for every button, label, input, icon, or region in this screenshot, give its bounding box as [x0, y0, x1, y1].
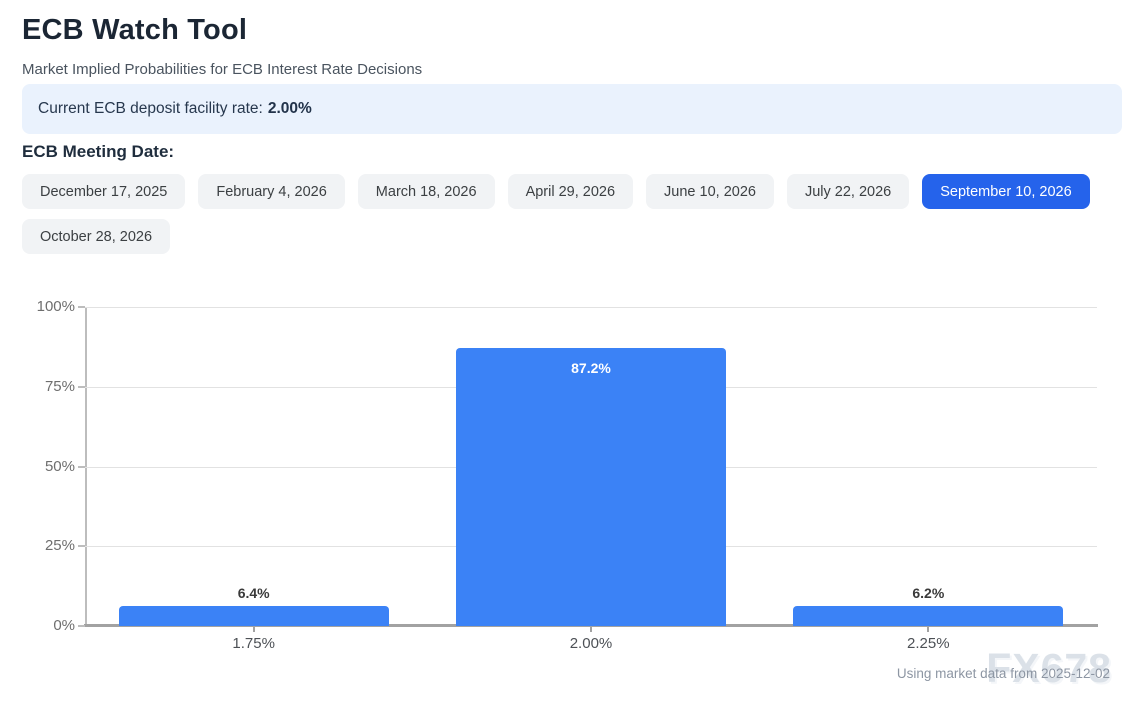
chart-y-tick	[78, 545, 85, 547]
meeting-date-button[interactable]: July 22, 2026	[787, 174, 909, 209]
chart-x-axis-label: 1.75%	[194, 635, 314, 652]
chart-y-axis-label: 75%	[15, 379, 75, 394]
chart-x-tick	[590, 626, 592, 632]
meeting-date-heading: ECB Meeting Date:	[22, 142, 174, 162]
meeting-date-button[interactable]: December 17, 2025	[22, 174, 185, 209]
chart-x-tick	[253, 626, 255, 632]
chart-bar[interactable]	[119, 606, 389, 626]
meeting-date-button[interactable]: June 10, 2026	[646, 174, 774, 209]
chart-y-tick	[78, 306, 85, 308]
chart-bar-value-label: 6.4%	[194, 585, 314, 601]
meeting-date-list: December 17, 2025 February 4, 2026 March 1…	[22, 174, 1112, 254]
chart-x-tick	[927, 626, 929, 632]
current-rate-value: 2.00%	[268, 100, 312, 118]
chart-gridline	[85, 307, 1097, 308]
chart-y-axis-label: 25%	[15, 538, 75, 553]
page-subtitle: Market Implied Probabilities for ECB Int…	[22, 61, 422, 78]
chart-y-tick	[78, 466, 85, 468]
data-source-note: Using market data from 2025-12-02	[897, 666, 1110, 681]
ecb-watch-tool-page: ECB Watch Tool Market Implied Probabilit…	[0, 0, 1123, 706]
meeting-date-button[interactable]: September 10, 2026	[922, 174, 1089, 209]
chart-y-tick	[78, 386, 85, 388]
meeting-date-button[interactable]: March 18, 2026	[358, 174, 495, 209]
current-rate-label: Current ECB deposit facility rate:	[38, 100, 263, 118]
chart-y-axis-label: 0%	[15, 618, 75, 633]
chart-x-axis-label: 2.00%	[531, 635, 651, 652]
chart-bar[interactable]	[793, 606, 1063, 626]
meeting-date-button[interactable]: April 29, 2026	[508, 174, 633, 209]
meeting-date-button[interactable]: October 28, 2026	[22, 219, 170, 254]
page-title: ECB Watch Tool	[22, 14, 247, 47]
meeting-date-button[interactable]: February 4, 2026	[198, 174, 344, 209]
chart-bar-value-label: 87.2%	[531, 360, 651, 376]
chart-y-axis-label: 100%	[15, 299, 75, 314]
chart-bar-value-label: 6.2%	[868, 585, 988, 601]
chart-x-axis-label: 2.25%	[868, 635, 988, 652]
chart-y-tick	[78, 625, 85, 627]
chart-bar[interactable]	[456, 348, 726, 626]
current-rate-banner: Current ECB deposit facility rate: 2.00%	[22, 84, 1122, 134]
chart: 0% 25% 50% 75% 100% 6.4% 1.75% 87.2% 2.00% 6.2% 2.…	[0, 290, 1123, 660]
chart-y-axis-label: 50%	[15, 459, 75, 474]
